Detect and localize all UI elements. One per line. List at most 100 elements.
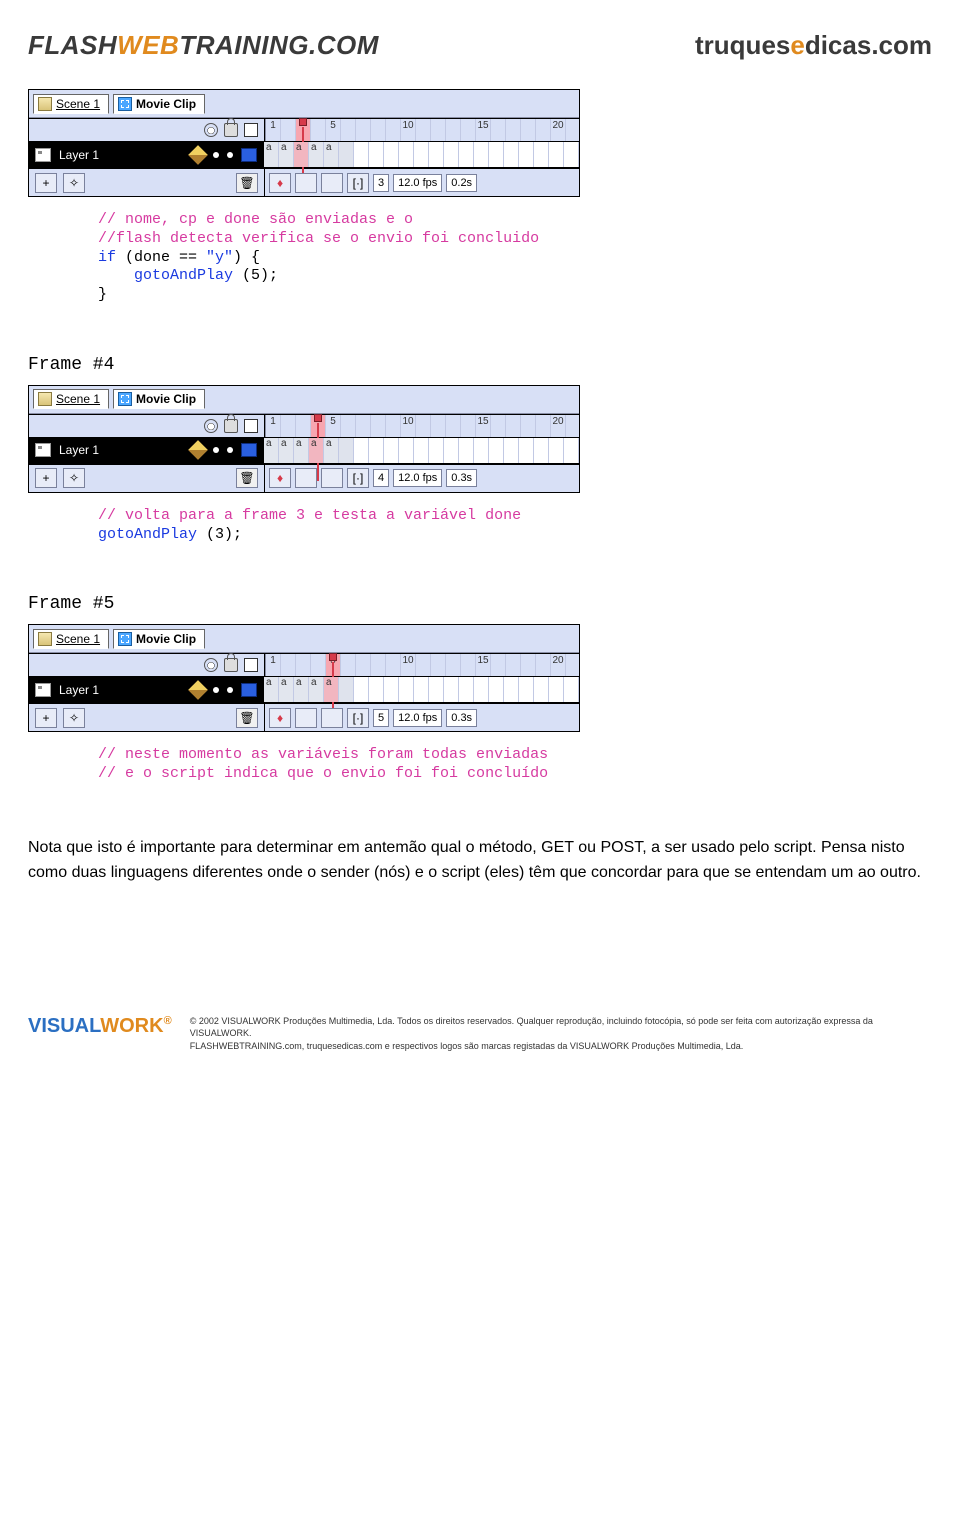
pencil-icon xyxy=(188,680,208,700)
movieclip-crumb[interactable]: Movie Clip xyxy=(113,629,205,649)
logo-flashwebtraining: FLASHWEBTRAINING.COM xyxy=(28,30,379,61)
keyframe[interactable]: a xyxy=(279,142,294,167)
onion-skin-icon[interactable] xyxy=(295,468,317,488)
actionscript-code-1: // nome, cp e done são enviadas e o //fl… xyxy=(28,205,932,311)
layer-icon xyxy=(35,683,51,697)
visibility-icon[interactable] xyxy=(204,123,218,137)
keyframe[interactable]: a xyxy=(264,142,279,167)
playhead[interactable] xyxy=(296,119,311,141)
onion-outline-icon[interactable] xyxy=(321,173,343,193)
delete-layer-button[interactable]: 🗑 xyxy=(236,468,258,488)
outline-color[interactable] xyxy=(241,683,257,697)
movieclip-icon xyxy=(118,392,132,406)
add-guide-button[interactable]: ✧ xyxy=(63,708,85,728)
pencil-icon xyxy=(188,145,208,165)
playhead[interactable] xyxy=(311,415,326,437)
pencil-icon xyxy=(188,440,208,460)
outline-icon[interactable] xyxy=(244,123,258,137)
onion-outline-icon[interactable] xyxy=(321,468,343,488)
outline-color[interactable] xyxy=(241,148,257,162)
delete-layer-button[interactable]: 🗑 xyxy=(236,173,258,193)
delete-layer-button[interactable]: 🗑 xyxy=(236,708,258,728)
vis-dot[interactable] xyxy=(213,152,219,158)
add-guide-button[interactable]: ✧ xyxy=(63,173,85,193)
visibility-icon[interactable] xyxy=(204,419,218,433)
page-header: FLASHWEBTRAINING.COM truquesedicas.com xyxy=(28,20,932,79)
lock-icon[interactable] xyxy=(224,419,238,433)
movieclip-icon xyxy=(118,97,132,111)
frame-ruler[interactable]: 1 .. 5 .... 10 .... 15 .... 20 xyxy=(265,415,566,437)
center-frame-icon[interactable]: ♦ xyxy=(269,173,291,193)
movieclip-crumb[interactable]: Movie Clip xyxy=(113,389,205,409)
elapsed-field: 0.3s xyxy=(446,469,477,487)
timeline-panel-3: Scene 1 Movie Clip 1 ... 5 .... 10 .... … xyxy=(28,624,580,732)
outline-color[interactable] xyxy=(241,443,257,457)
keyframe-current[interactable]: a xyxy=(294,142,309,167)
layer-icon xyxy=(35,443,51,457)
edit-multiple-icon[interactable]: [·] xyxy=(347,468,369,488)
scene-icon xyxy=(38,632,52,646)
scene-icon xyxy=(38,97,52,111)
breadcrumb-bar: Scene 1 Movie Clip xyxy=(29,90,579,118)
keyframe-current[interactable]: a xyxy=(309,438,324,463)
frame-strip[interactable]: a a a a a xyxy=(264,142,579,167)
timeline-footer: + ✧ 🗑 ♦ [·] 3 12.0 fps 0.2s xyxy=(29,168,579,196)
keyframe[interactable]: a xyxy=(324,142,339,167)
elapsed-field: 0.3s xyxy=(446,709,477,727)
scene-crumb[interactable]: Scene 1 xyxy=(33,629,109,649)
add-layer-button[interactable]: + xyxy=(35,468,57,488)
layer-icon xyxy=(35,148,51,162)
scene-crumb[interactable]: Scene 1 xyxy=(33,94,109,114)
center-frame-icon[interactable]: ♦ xyxy=(269,708,291,728)
frame-ruler[interactable]: 1 . . 5 .... 10 .... 15 .... 20 xyxy=(265,119,566,141)
onion-skin-icon[interactable] xyxy=(295,708,317,728)
add-guide-button[interactable]: ✧ xyxy=(63,468,85,488)
lock-dot[interactable] xyxy=(227,152,233,158)
center-frame-icon[interactable]: ♦ xyxy=(269,468,291,488)
layer-name: Layer 1 xyxy=(59,443,99,457)
actionscript-code-3: // neste momento as variáveis foram toda… xyxy=(28,740,932,790)
current-frame-field: 3 xyxy=(373,174,389,192)
paragraph-text: Nota que isto é importante para determin… xyxy=(28,836,932,886)
movieclip-icon xyxy=(118,632,132,646)
timeline-header: 1 . . 5 .... 10 .... 15 .... 20 xyxy=(29,118,579,142)
outline-icon[interactable] xyxy=(244,419,258,433)
add-layer-button[interactable]: + xyxy=(35,173,57,193)
page-footer: VISUALWORK® © 2002 VISUALWORK Produções … xyxy=(28,915,932,1061)
lock-icon[interactable] xyxy=(224,658,238,672)
keyframe-current[interactable]: a xyxy=(324,677,339,702)
edit-multiple-icon[interactable]: [·] xyxy=(347,173,369,193)
current-frame-field: 4 xyxy=(373,469,389,487)
scene-crumb[interactable]: Scene 1 xyxy=(33,389,109,409)
footer-copyright: © 2002 VISUALWORK Produções Multimedia, … xyxy=(190,1015,932,1051)
frame-ruler[interactable]: 1 ... 5 .... 10 .... 15 .... 20 xyxy=(265,654,566,676)
fps-field: 12.0 fps xyxy=(393,174,442,192)
visibility-icon[interactable] xyxy=(204,658,218,672)
timeline-panel-2: Scene 1 Movie Clip 1 .. 5 .... 10 .... 1… xyxy=(28,385,580,493)
current-frame-field: 5 xyxy=(373,709,389,727)
lock-icon[interactable] xyxy=(224,123,238,137)
layer-name: Layer 1 xyxy=(59,683,99,697)
add-layer-button[interactable]: + xyxy=(35,708,57,728)
playhead[interactable]: 5 xyxy=(326,654,341,676)
frame-5-label: Frame #5 xyxy=(28,594,932,614)
fps-field: 12.0 fps xyxy=(393,709,442,727)
edit-multiple-icon[interactable]: [·] xyxy=(347,708,369,728)
elapsed-field: 0.2s xyxy=(446,174,477,192)
actionscript-code-2: // volta para a frame 3 e testa a variáv… xyxy=(28,501,932,551)
keyframe[interactable]: a xyxy=(309,142,324,167)
layer-row[interactable]: Layer 1 a a a a a xyxy=(29,142,579,168)
layer-row[interactable]: Layer 1 a a a a a xyxy=(29,677,579,703)
movieclip-crumb[interactable]: Movie Clip xyxy=(113,94,205,114)
visualwork-logo: VISUALWORK® xyxy=(28,1015,172,1038)
layer-row[interactable]: Layer 1 a a a a a xyxy=(29,438,579,464)
scene-icon xyxy=(38,392,52,406)
onion-skin-icon[interactable] xyxy=(295,173,317,193)
frame-4-label: Frame #4 xyxy=(28,355,932,375)
fps-field: 12.0 fps xyxy=(393,469,442,487)
onion-outline-icon[interactable] xyxy=(321,708,343,728)
frame-strip[interactable]: a a a a a xyxy=(264,677,579,702)
frame-strip[interactable]: a a a a a xyxy=(264,438,579,463)
outline-icon[interactable] xyxy=(244,658,258,672)
layer-name: Layer 1 xyxy=(59,148,99,162)
